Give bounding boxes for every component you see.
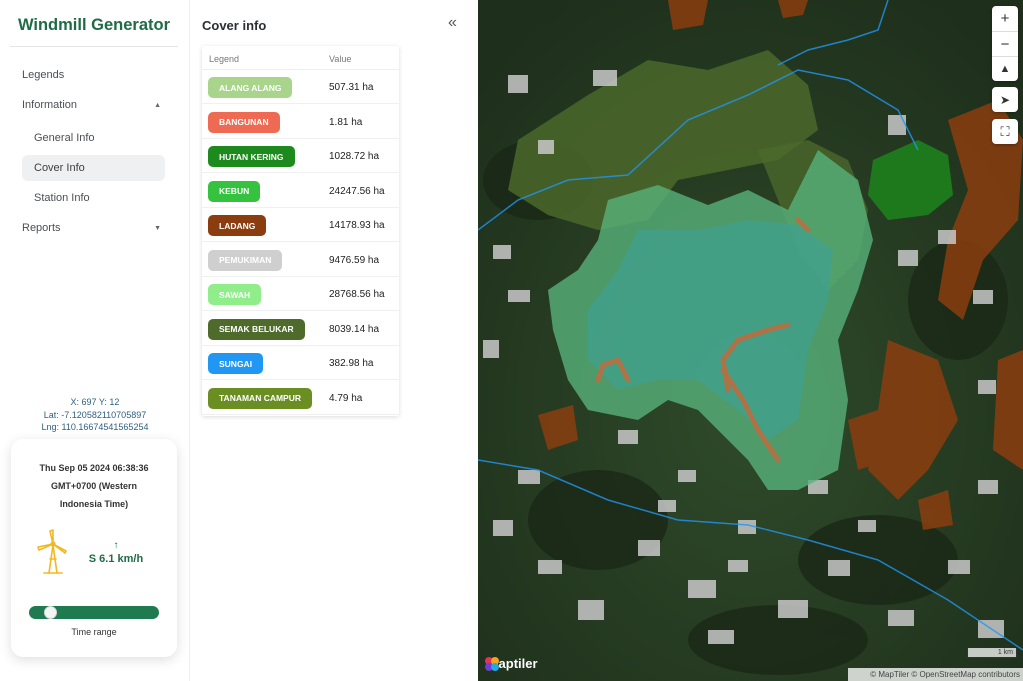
weather-datetime: Thu Sep 05 2024 06:38:36 GMT+0700 (Weste… — [21, 459, 167, 513]
legend-value: 9476.59 ha — [329, 254, 380, 266]
table-row: SUNGAI 382.98 ha — [202, 346, 399, 381]
legend-value: 14178.93 ha — [329, 220, 385, 231]
nav-station-info[interactable]: Station Info — [22, 185, 165, 211]
cursor-lat: Lat: -7.120582110705897 — [43, 409, 147, 420]
table-row: BANGUNAN 1.81 ha — [202, 105, 399, 139]
legend-badge: PEMUKIMAN — [208, 249, 283, 271]
table-row: SEMAK BELUKAR 8039.14 ha — [202, 312, 399, 346]
chevron-up-icon: ▲ — [154, 101, 161, 109]
fullscreen-icon[interactable]: ⛶ — [992, 119, 1018, 144]
legend-value: 8039.14 ha — [329, 323, 380, 335]
legend-badge: LADANG — [208, 215, 267, 236]
wind-direction-arrow-icon: ↑ — [113, 540, 119, 551]
zoom-out-button[interactable]: − — [992, 31, 1018, 56]
cursor-coordinates: X: 697 Y: 12 Lat: -7.120582110705897 Lng… — [0, 396, 190, 434]
legend-value: 24247.56 ha — [329, 185, 385, 197]
legend-badge: SAWAH — [208, 284, 262, 305]
table-row: HUTAN KERING 1028.72 ha — [202, 139, 399, 174]
weather-card: Thu Sep 05 2024 06:38:36 GMT+0700 (Weste… — [11, 439, 177, 657]
legend-badge: KEBUN — [208, 180, 261, 202]
nav-station-info-label: Station Info — [34, 192, 90, 204]
fullscreen-control: ⛶ — [992, 119, 1018, 144]
maptiler-logo-icon — [485, 657, 499, 671]
nav-information[interactable]: Information ▲ — [22, 99, 167, 111]
cursor-xy: X: 697 Y: 12 — [70, 397, 120, 407]
nav-legends[interactable]: Legends — [22, 69, 167, 81]
datetime-line-1: Thu Sep 05 2024 06:38:36 — [39, 463, 149, 473]
table-row: ALANG ALANG 507.31 ha — [202, 70, 399, 105]
col-legend-header: Legend — [209, 54, 240, 64]
maptiler-logo[interactable]: maptiler — [484, 656, 538, 671]
zoom-controls: + − ▲ — [992, 6, 1018, 81]
wind-readout: ↑ S 6.1 km/h — [83, 540, 149, 565]
legend-badge: TANAMAN CAMPUR — [208, 387, 312, 409]
map-canvas[interactable] — [478, 0, 1023, 681]
sidebar: Windmill Generator Legends Information ▲… — [0, 0, 190, 681]
nav-cover-info[interactable]: Cover Info — [22, 155, 165, 181]
table-row: PEMUKIMAN 9476.59 ha — [202, 243, 399, 277]
table-row: TANAMAN CAMPUR 4.79 ha — [202, 381, 399, 415]
legend-badge: SUNGAI — [208, 353, 264, 374]
col-value-header: Value — [329, 54, 352, 64]
wind-speed: S 6.1 km/h — [88, 553, 144, 565]
legend-badge: SEMAK BELUKAR — [208, 318, 305, 340]
datetime-line-2: GMT+0700 (Western — [50, 481, 138, 491]
legend-value: 1028.72 ha — [329, 151, 380, 162]
time-range-label: Time range — [71, 627, 117, 637]
legend-value: 382.98 ha — [329, 358, 374, 369]
legend-value: 507.31 ha — [329, 82, 374, 93]
cover-info-panel: Cover info « Legend Value ALANG ALANG 507… — [190, 0, 478, 681]
legend-badge: ALANG ALANG — [208, 77, 293, 98]
legend-value: 4.79 ha — [329, 392, 363, 404]
scale-bar: 1 km — [967, 648, 1017, 658]
legend-value: 1.81 ha — [329, 116, 363, 128]
nav-legends-label: Legends — [22, 69, 65, 81]
geolocate-control: ➤ — [992, 87, 1018, 112]
nav-cover-info-label: Cover Info — [34, 162, 85, 174]
panel-title: Cover info — [202, 18, 267, 33]
nav-reports[interactable]: Reports ▼ — [22, 222, 167, 234]
legend-badge: HUTAN KERING — [208, 146, 295, 167]
nav-general-info-label: General Info — [34, 132, 95, 144]
table-header: Legend Value — [202, 46, 399, 70]
legend-badge: BANGUNAN — [208, 111, 280, 133]
collapse-panel-icon[interactable]: « — [448, 14, 457, 32]
datetime-line-3: Indonesia Time) — [59, 499, 129, 509]
table-row: LADANG 14178.93 ha — [202, 208, 399, 243]
locate-icon[interactable]: ➤ — [992, 87, 1018, 112]
app-title: Windmill Generator — [10, 16, 178, 47]
table-row: KEBUN 24247.56 ha — [202, 174, 399, 208]
compass-icon[interactable]: ▲ — [992, 56, 1018, 81]
map-view[interactable]: + − ▲ ➤ ⛶ maptiler 1 km © MapTiler © Ope… — [478, 0, 1023, 681]
legend-value: 28768.56 ha — [329, 289, 385, 300]
nav-information-label: Information — [22, 99, 78, 111]
nav-general-info[interactable]: General Info — [22, 125, 165, 151]
windmill-icon — [37, 529, 67, 574]
nav-reports-label: Reports — [22, 222, 61, 234]
map-attribution[interactable]: © MapTiler © OpenStreetMap contributors — [848, 668, 1023, 681]
table-row: SAWAH 28768.56 ha — [202, 277, 399, 312]
zoom-in-button[interactable]: + — [992, 6, 1018, 31]
chevron-down-icon: ▼ — [154, 224, 161, 232]
cover-legend-table: Legend Value ALANG ALANG 507.31 ha BANGUNA… — [202, 46, 399, 416]
cursor-lng: Lng: 110.16674541565254 — [41, 422, 149, 432]
